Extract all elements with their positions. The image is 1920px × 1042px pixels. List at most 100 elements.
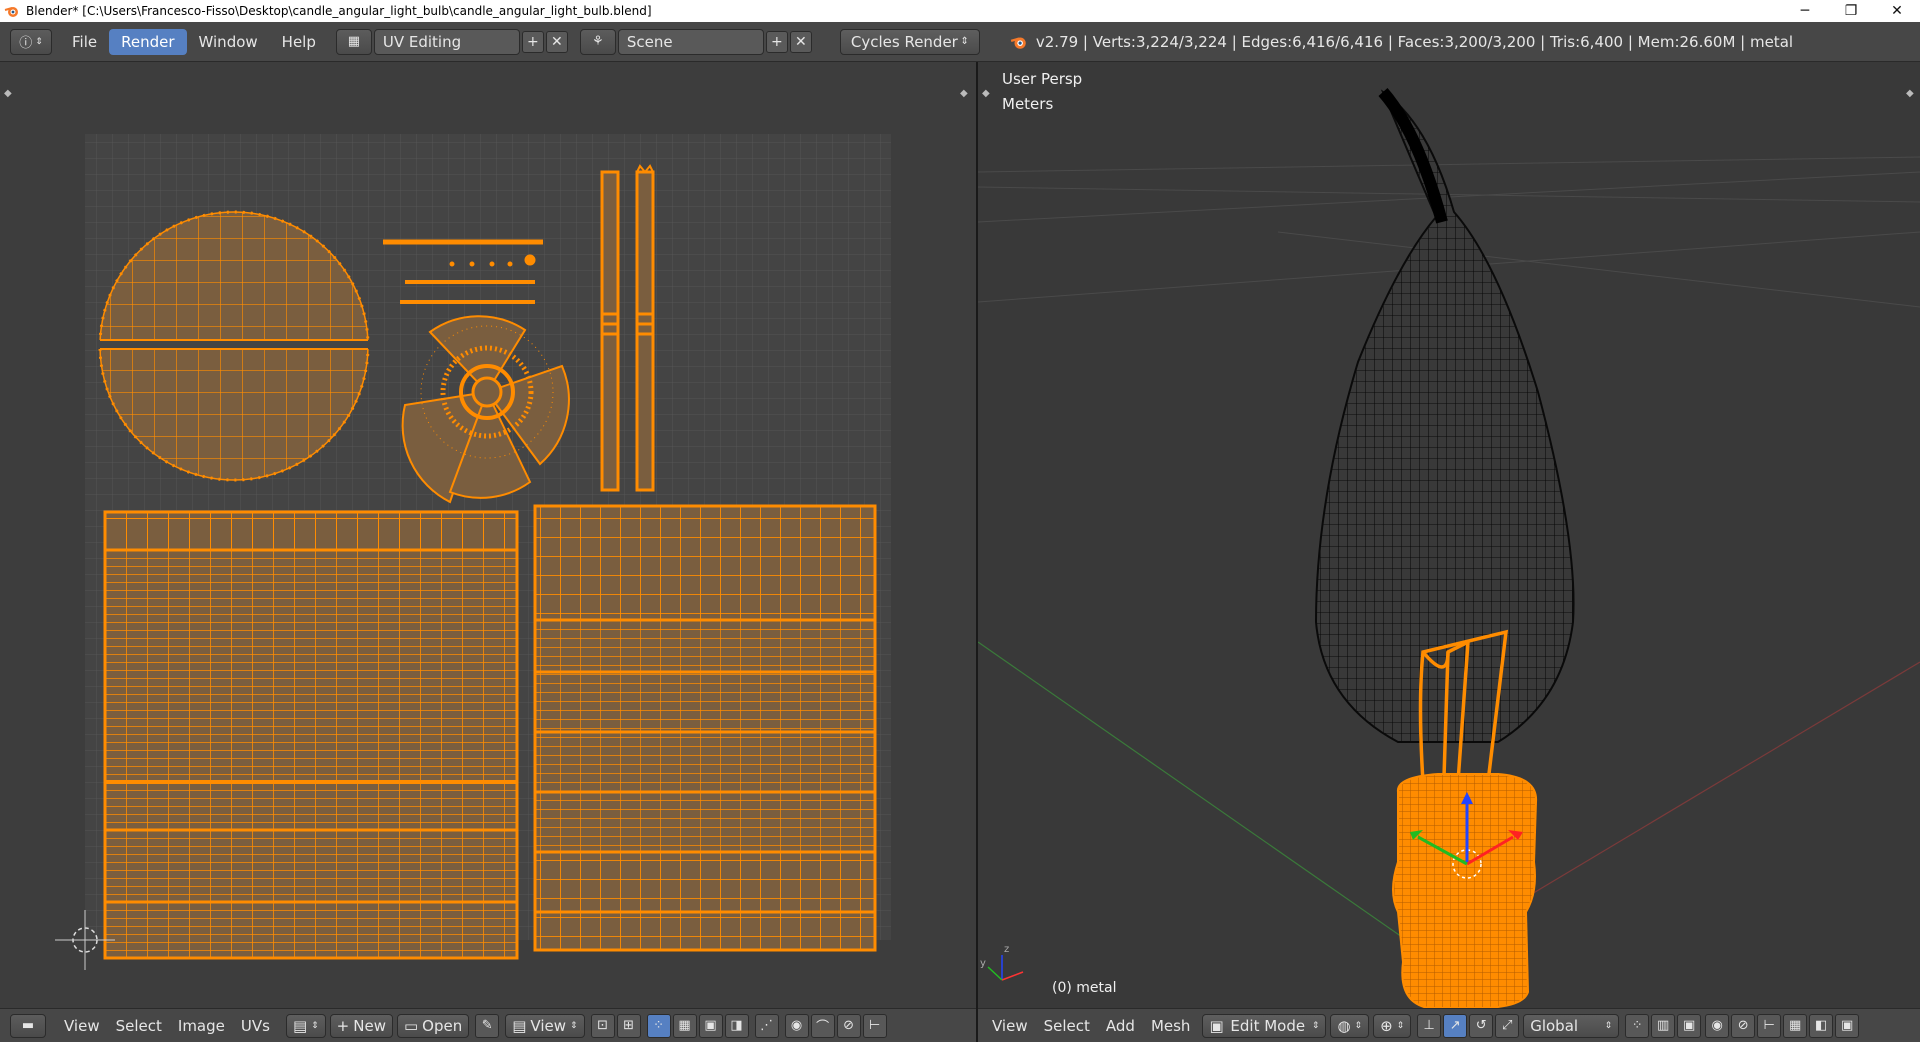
view3d-menu-mesh[interactable]: Mesh (1143, 1014, 1199, 1038)
blender-logo-icon (1010, 37, 1026, 49)
pin-icon[interactable]: ✎ (475, 1013, 500, 1038)
viewport-canvas[interactable]: z y (978, 62, 1920, 1008)
new-image-button[interactable]: + New (329, 1013, 393, 1038)
face-select-icon[interactable]: ▣ (698, 1013, 723, 1038)
render-engine-select[interactable]: Cycles Render ⇕ (839, 28, 980, 55)
screen-layout-selector[interactable]: ▦ (335, 28, 372, 55)
close-icon: ✕ (795, 33, 807, 50)
plus-icon: + (771, 33, 783, 50)
editor-type-selector[interactable]: ⓘ ⇕ (10, 28, 52, 55)
falloff-icon[interactable]: ⌒ (810, 1013, 835, 1038)
blender-logo-icon (4, 7, 18, 17)
scene-name: Scene (626, 32, 673, 51)
open-image-button[interactable]: ▭ Open (396, 1013, 470, 1038)
uv-menu-image[interactable]: Image (170, 1014, 233, 1038)
up-down-arrows-icon: ⇕ (35, 36, 43, 47)
pivot-icon[interactable]: ⊡ (590, 1013, 615, 1038)
svg-text:y: y (980, 958, 986, 969)
render-engine-label: Cycles Render (850, 32, 958, 51)
proportional-edit-icon[interactable]: ◉ (1705, 1013, 1730, 1038)
menu-render[interactable]: Render (109, 28, 187, 55)
camera-icon[interactable]: ▣ (1835, 1013, 1860, 1038)
render-preview-icon[interactable]: ◧ (1809, 1013, 1834, 1038)
add-screen-button[interactable]: + (521, 30, 544, 53)
vertex-select-icon[interactable]: ⁘ (1625, 1013, 1650, 1038)
up-down-arrows-icon: ⇕ (960, 36, 969, 47)
uv-menu-view[interactable]: View (56, 1014, 108, 1038)
folder-icon: ▭ (403, 1016, 419, 1035)
scene-field[interactable]: Scene (617, 28, 764, 55)
orientation-label: Global (1530, 1016, 1579, 1035)
screen-layout-name: UV Editing (382, 32, 462, 51)
metal-base-wireframe[interactable] (1392, 773, 1538, 1008)
uv-editor-type-selector[interactable]: ▬ (10, 1013, 46, 1038)
uv-editor-header: ▬ View Select Image UVs ▤ ⇕ + New ▭ Open ✎ … (0, 1008, 976, 1042)
vertex-select-icon[interactable]: ⁘ (646, 1013, 671, 1038)
remove-scene-button[interactable]: ✕ (789, 30, 812, 53)
snap-target-icon[interactable]: ⊢ (862, 1013, 887, 1038)
uv-menu-uvs[interactable]: UVs (233, 1014, 278, 1038)
face-select-icon[interactable]: ▣ (1677, 1013, 1702, 1038)
view3d-menu-select[interactable]: Select (1036, 1014, 1098, 1038)
up-down-arrows-icon: ⇕ (1396, 1020, 1405, 1031)
add-scene-button[interactable]: + (765, 30, 788, 53)
rotate-manipulator-icon[interactable]: ↺ (1469, 1013, 1494, 1038)
view3d-menu-view[interactable]: View (984, 1014, 1036, 1038)
proportional-edit-icon[interactable]: ◉ (784, 1013, 809, 1038)
sync-selection-icon[interactable]: ⊞ (616, 1013, 641, 1038)
close-button[interactable]: ✕ (1874, 0, 1920, 22)
svg-text:z: z (1004, 944, 1009, 955)
info-icon: ⓘ (19, 36, 33, 51)
region-expand-icon[interactable]: ◆ (4, 88, 12, 99)
uv-island-sphere[interactable] (98, 210, 370, 482)
image-browse-button[interactable]: ▤ ⇕ (285, 1013, 326, 1038)
snap-target-icon[interactable]: ⊢ (1757, 1013, 1782, 1038)
up-down-arrows-icon: ⇕ (1354, 1020, 1363, 1031)
mode-select[interactable]: ▣ Edit Mode ⇕ (1202, 1013, 1327, 1038)
up-down-arrows-icon: ⇕ (570, 1020, 578, 1031)
layers-icon[interactable]: ▦ (1783, 1013, 1808, 1038)
main-menu: File Render Window Help (60, 28, 328, 55)
3d-viewport[interactable]: ◆ ◆ User Persp Meters z y (0) metal (978, 62, 1920, 1008)
menu-help[interactable]: Help (270, 29, 328, 55)
menu-window[interactable]: Window (187, 29, 270, 55)
scene-icon: ⚘ (592, 34, 604, 49)
scene-selector[interactable]: ⚘ (579, 28, 616, 55)
edge-select-icon[interactable]: ▥ (1651, 1013, 1676, 1038)
transform-orientation-select[interactable]: Global ⇕ (1523, 1013, 1620, 1038)
scale-manipulator-icon[interactable]: ⤢ (1495, 1013, 1520, 1038)
plus-icon: + (527, 33, 539, 50)
minimize-button[interactable]: ─ (1782, 0, 1828, 22)
menu-file[interactable]: File (60, 29, 109, 55)
snap-icon[interactable]: ⊘ (1731, 1013, 1756, 1038)
uv-image-editor[interactable]: ◆ ◆ (0, 62, 976, 1008)
3d-view-header: View Select Add Mesh ▣ Edit Mode ⇕ ◍ ⇕ ⊕ ⇕ ⊥… (978, 1008, 1920, 1042)
edit-mode-icon: ▣ (1209, 1016, 1224, 1035)
mode-label: Edit Mode (1230, 1016, 1306, 1035)
restore-button[interactable]: ❐ (1828, 0, 1874, 22)
uv-canvas[interactable] (0, 62, 976, 1008)
up-down-arrows-icon: ⇕ (1311, 1020, 1320, 1031)
sticky-select-icon[interactable]: ⋰ (754, 1013, 779, 1038)
view-mode-icon: ▤ (512, 1016, 527, 1035)
snap-icon[interactable]: ⊘ (836, 1013, 861, 1038)
island-select-icon[interactable]: ◨ (724, 1013, 749, 1038)
edge-select-icon[interactable]: ▦ (672, 1013, 697, 1038)
uv-view-mode-select[interactable]: ▤ View ⇕ (505, 1013, 585, 1038)
region-expand-icon[interactable]: ◆ (960, 88, 968, 99)
viewport-shading-select[interactable]: ◍ ⇕ (1330, 1013, 1370, 1038)
uv-menu-select[interactable]: Select (108, 1014, 170, 1038)
view3d-menu-add[interactable]: Add (1098, 1014, 1143, 1038)
window-titlebar: Blender* [C:\Users\Francesco-Fisso\Deskt… (0, 0, 1920, 22)
remove-screen-button[interactable]: ✕ (545, 30, 568, 53)
manipulator-toggle-icon[interactable]: ⊥ (1417, 1013, 1442, 1038)
screen-layout-field[interactable]: UV Editing (373, 28, 520, 55)
up-down-arrows-icon: ⇕ (1604, 1020, 1613, 1031)
plus-icon: + (336, 1016, 350, 1035)
translate-manipulator-icon[interactable]: ↗ (1443, 1013, 1468, 1038)
uv-island-grid-right[interactable] (533, 504, 877, 952)
uv-island-grid-left[interactable] (103, 510, 519, 960)
pivot-point-select[interactable]: ⊕ ⇕ (1373, 1013, 1412, 1038)
axis-gizmo-icon: z y (980, 944, 1024, 981)
image-icon: ▤ (292, 1016, 308, 1035)
